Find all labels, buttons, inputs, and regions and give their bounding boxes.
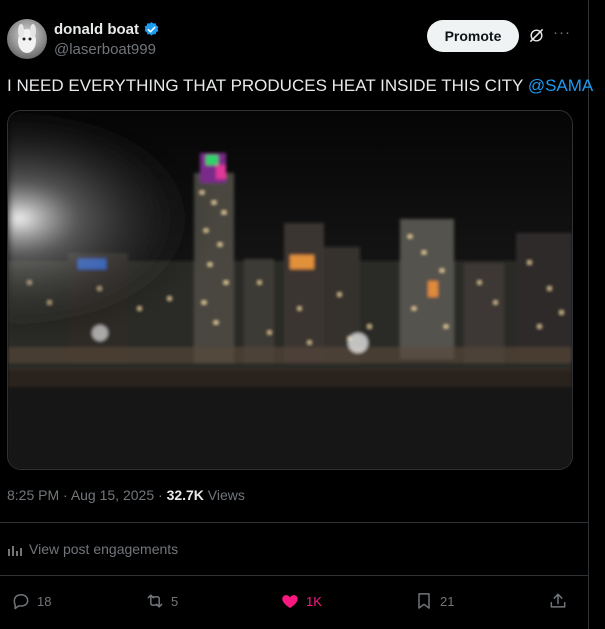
view-engagements-label: View post engagements	[29, 541, 179, 557]
repost-icon	[147, 594, 163, 608]
tweet-meta: 8:25 PM · Aug 15, 2025 · 32.7K Views	[7, 487, 245, 503]
verified-badge-icon	[144, 22, 159, 36]
analytics-icon	[8, 546, 22, 556]
meta-separator: ·	[59, 487, 71, 503]
tweet-date[interactable]: Aug 15, 2025	[71, 487, 154, 503]
bookmark-button[interactable]: 21	[414, 591, 454, 611]
divider	[0, 575, 588, 576]
tweet-text: I NEED EVERYTHING THAT PRODUCES HEAT INS…	[7, 76, 593, 96]
tweet-body: I NEED EVERYTHING THAT PRODUCES HEAT INS…	[7, 76, 528, 95]
repost-button[interactable]: 5	[145, 591, 178, 611]
repost-count: 5	[171, 593, 179, 609]
divider	[0, 522, 588, 523]
views-count: 32.7K	[166, 487, 204, 503]
more-icon[interactable]: ···	[553, 24, 571, 41]
meta-separator: ·	[154, 487, 167, 503]
avatar[interactable]	[7, 19, 47, 59]
tweet-time[interactable]: 8:25 PM	[7, 487, 59, 503]
author-handle[interactable]: @laserboat999	[54, 41, 156, 58]
tweet-photo[interactable]	[7, 110, 573, 470]
bookmark-icon	[418, 593, 430, 609]
reply-icon	[13, 594, 29, 610]
author-name-row[interactable]: donald boat	[54, 21, 160, 38]
bookmark-count: 21	[440, 593, 455, 609]
share-icon	[550, 593, 566, 608]
promote-button[interactable]: Promote	[427, 20, 519, 52]
reply-count: 18	[37, 593, 52, 609]
like-count: 1K	[306, 593, 322, 609]
view-engagements-link[interactable]: View post engagements	[7, 541, 178, 557]
views-label: Views	[203, 487, 245, 503]
mention-link[interactable]: @SAMA	[528, 76, 593, 95]
heart-filled-icon	[282, 595, 298, 609]
reply-button[interactable]: 18	[11, 591, 51, 611]
share-button[interactable]	[548, 591, 568, 611]
author-name[interactable]: donald boat	[54, 21, 139, 38]
like-button[interactable]: 1K	[280, 591, 322, 611]
grok-icon[interactable]	[528, 27, 545, 44]
